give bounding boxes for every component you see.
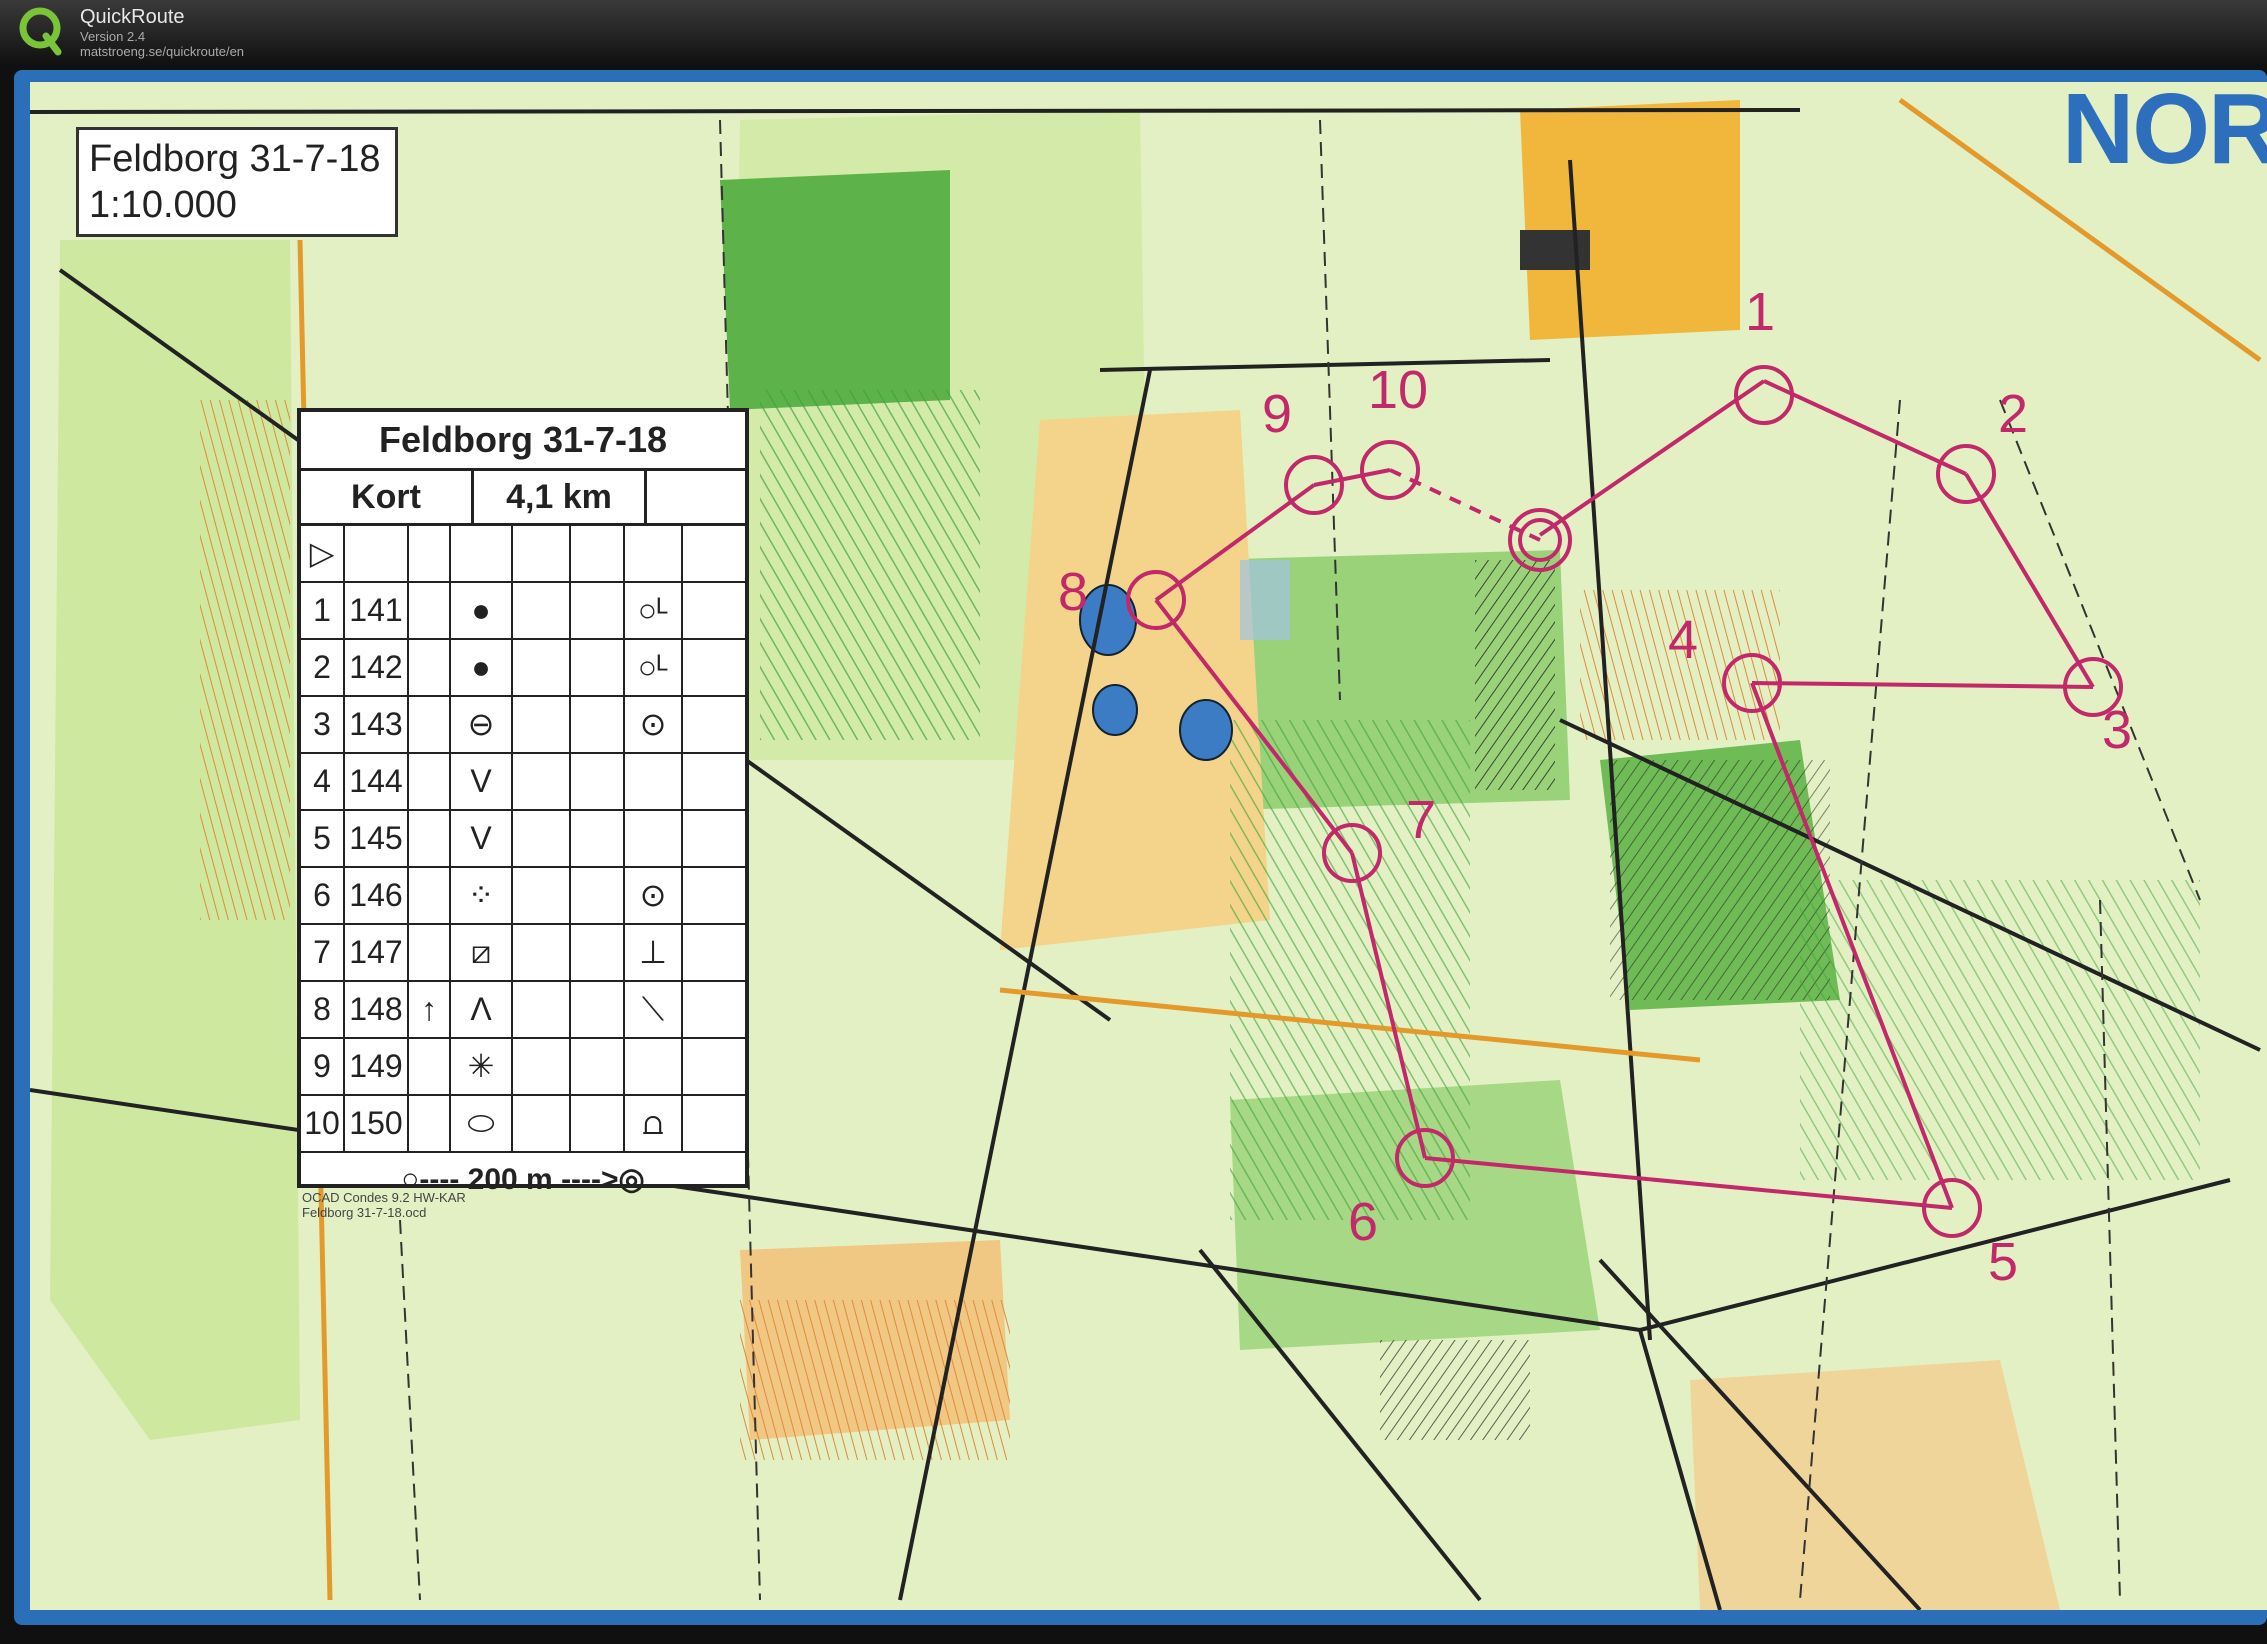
desc-detail: ⊥: [625, 925, 683, 980]
desc-code: 141: [345, 583, 409, 638]
pond: [1179, 699, 1233, 761]
desc-num: 3: [301, 697, 345, 752]
control-descriptions: Feldborg 31-7-18 Kort 4,1 km ▷ 1 141 ● ○ᴸ 2 1…: [297, 408, 749, 1196]
desc-row: 4 144 V: [301, 754, 745, 811]
desc-detail: [625, 754, 683, 809]
desc-feature: ✳: [451, 1039, 513, 1094]
desc-code: 143: [345, 697, 409, 752]
desc-feature: ●: [451, 640, 513, 695]
desc-row: 2 142 ● ○ᴸ: [301, 640, 745, 697]
desc-dir: [409, 640, 451, 695]
desc-feature: Λ: [451, 982, 513, 1037]
desc-code: 146: [345, 868, 409, 923]
desc-num: 10: [301, 1096, 345, 1151]
green-stripes: [1800, 880, 2200, 1180]
desc-dir: ↑: [409, 982, 451, 1037]
desc-feature: ⊖: [451, 697, 513, 752]
desc-feature: V: [451, 811, 513, 866]
desc-feature: ⧄: [451, 925, 513, 980]
desc-feature: ●: [451, 583, 513, 638]
open-land: [1690, 1360, 2060, 1610]
desc-num: 4: [301, 754, 345, 809]
desc-row: 1 141 ● ○ᴸ: [301, 583, 745, 640]
desc-row: 7 147 ⧄ ⊥: [301, 925, 745, 982]
desc-detail: ⊙: [625, 868, 683, 923]
orange-hatch-area: [200, 400, 290, 920]
desc-dir: [409, 868, 451, 923]
desc-dir: [409, 925, 451, 980]
desc-feature: ⁘: [451, 868, 513, 923]
desc-code: 150: [345, 1096, 409, 1151]
course-name: Kort: [301, 471, 474, 523]
desc-code: 145: [345, 811, 409, 866]
control-label-3: 3: [2102, 700, 2132, 760]
desc-num: 2: [301, 640, 345, 695]
control-label-8: 8: [1058, 562, 1088, 622]
desc-num: 6: [301, 868, 345, 923]
open-land: [1520, 100, 1740, 340]
desc-dir: [409, 1096, 451, 1151]
desc-num: 5: [301, 811, 345, 866]
control-label-5: 5: [1988, 1232, 2018, 1292]
desc-dir: [409, 1039, 451, 1094]
marsh: [1240, 560, 1290, 640]
desc-row: 8 148 ↑ Λ ⟍: [301, 982, 745, 1039]
desc-row: 10 150 ⬭ ⩍: [301, 1096, 745, 1153]
desc-row: 3 143 ⊖ ⊙: [301, 697, 745, 754]
desc-row: 5 145 V: [301, 811, 745, 868]
pond: [1092, 684, 1138, 736]
undergrowth-hatch: [1380, 1340, 1530, 1440]
desc-code: 144: [345, 754, 409, 809]
control-label-10: 10: [1368, 360, 1428, 420]
desc-feature: V: [451, 754, 513, 809]
desc-code: 147: [345, 925, 409, 980]
desc-detail: [625, 1039, 683, 1094]
desc-dir: [409, 583, 451, 638]
control-label-2: 2: [1998, 384, 2028, 444]
map-scale: 1:10.000: [89, 184, 237, 226]
desc-detail: ⩍: [625, 1096, 683, 1151]
control-label-1: 1: [1745, 282, 1775, 342]
desc-row: 9 149 ✳: [301, 1039, 745, 1096]
undergrowth-hatch: [1475, 560, 1555, 790]
course-length: 4,1 km: [474, 471, 647, 523]
desc-title: Feldborg 31-7-18: [301, 412, 745, 471]
desc-detail: ○ᴸ: [625, 583, 683, 638]
building: [1520, 230, 1590, 270]
desc-num: 7: [301, 925, 345, 980]
start-row: ▷: [301, 526, 745, 583]
green-stripes: [760, 390, 980, 740]
desc-dir: [409, 811, 451, 866]
desc-dir: [409, 697, 451, 752]
desc-num: 1: [301, 583, 345, 638]
map-print-mark: NOR: [2062, 73, 2267, 185]
start-triangle-icon: ▷: [301, 526, 345, 581]
green-vegetation: [720, 170, 950, 410]
open-land: [1000, 410, 1270, 950]
control-label-9: 9: [1262, 384, 1292, 444]
desc-rows: 1 141 ● ○ᴸ 2 142 ● ○ᴸ 3 143 ⊖ ⊙ 4 144 V 5 145 V 6 146 ⁘ ⊙ 7 147…: [301, 583, 745, 1153]
control-label-4: 4: [1668, 610, 1698, 670]
desc-code: 148: [345, 982, 409, 1037]
desc-detail: ⟍: [625, 982, 683, 1037]
desc-detail: ⊙: [625, 697, 683, 752]
desc-feature: ⬭: [451, 1096, 513, 1151]
desc-num: 8: [301, 982, 345, 1037]
control-label-7: 7: [1406, 790, 1436, 850]
desc-dir: [409, 754, 451, 809]
desc-course-row: Kort 4,1 km: [301, 471, 745, 526]
desc-num: 9: [301, 1039, 345, 1094]
desc-code: 149: [345, 1039, 409, 1094]
control-label-6: 6: [1348, 1192, 1378, 1252]
map-title-box: Feldborg 31-7-18 1:10.000: [76, 127, 398, 237]
desc-row: 6 146 ⁘ ⊙: [301, 868, 745, 925]
printer-note: OCAD Condes 9.2 HW-KAR Feldborg 31-7-18.…: [302, 1190, 466, 1220]
desc-detail: ○ᴸ: [625, 640, 683, 695]
map-title: Feldborg 31-7-18: [89, 138, 381, 180]
desc-detail: [625, 811, 683, 866]
orange-hatch-area: [740, 1300, 1010, 1460]
desc-code: 142: [345, 640, 409, 695]
